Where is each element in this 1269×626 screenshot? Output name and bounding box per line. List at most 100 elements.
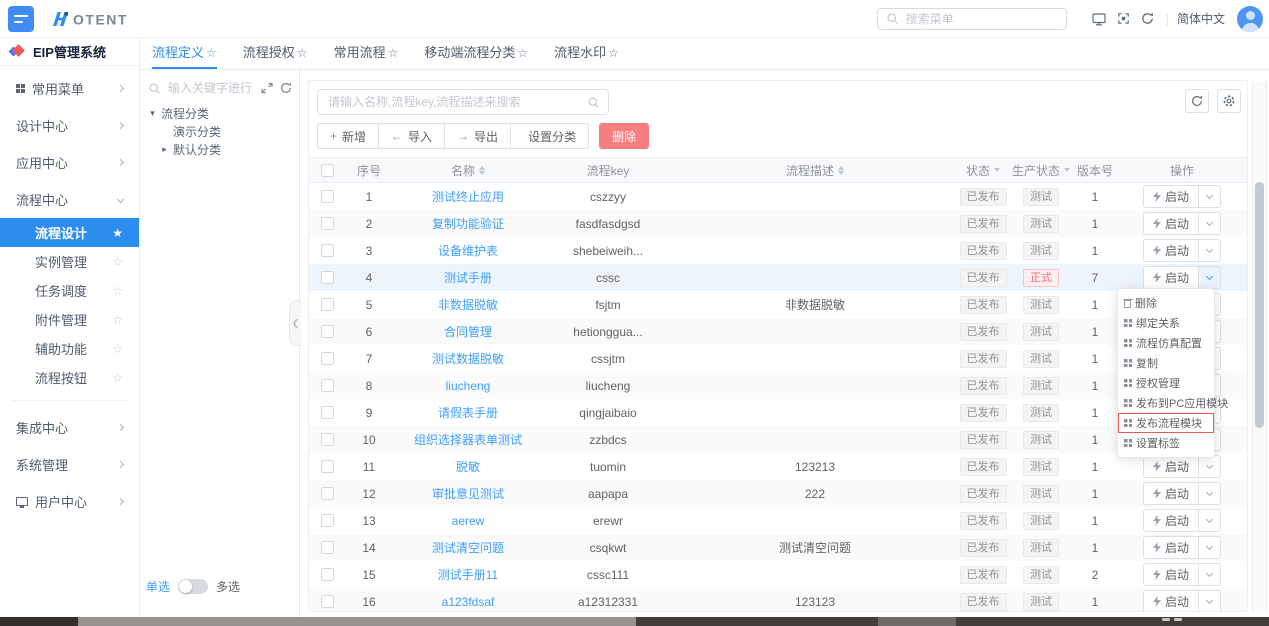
process-name-link[interactable]: 设备维护表 [438,242,498,259]
row-checkbox[interactable] [321,460,334,473]
toolbar-button[interactable]: 删除 [599,123,649,149]
table-row[interactable]: 15 测试手册11 cssc111 已发布 测试 2 启动 [309,561,1247,588]
process-name-link[interactable]: 测试手册 [444,269,492,286]
fullscreen-icon[interactable] [1116,11,1131,26]
scrollbar-thumb[interactable] [1255,182,1264,428]
dropdown-menu-item[interactable]: 流程仿真配置 [1118,333,1214,353]
table-row[interactable]: 13 aerew erewr 已发布 测试 1 启动 [309,507,1247,534]
row-checkbox[interactable] [321,595,334,608]
row-checkbox[interactable] [321,406,334,419]
row-checkbox[interactable] [321,352,334,365]
start-button[interactable]: 启动 [1144,564,1198,585]
table-row[interactable]: 16 a123fdsaf a12312331 123123 已发布 测试 1 启… [309,588,1247,611]
process-name-link[interactable]: a123fdsaf [442,595,495,609]
process-name-link[interactable]: 合同管理 [444,323,492,340]
table-row[interactable]: 6 合同管理 hetionggua... 已发布 测试 1 启动 [309,318,1247,345]
sidebar-item[interactable]: 常用菜单 [0,70,139,107]
toolbar-button[interactable]: ← 导入 [378,123,445,149]
refresh-icon[interactable] [1140,11,1155,26]
favorite-star-icon[interactable]: ☆ [112,313,123,327]
tab-star-icon[interactable]: ☆ [206,46,217,60]
start-button[interactable]: 启动 [1144,591,1198,611]
table-row[interactable]: 14 测试清空问题 csqkwt 测试清空问题 已发布 测试 1 启动 [309,534,1247,561]
row-checkbox[interactable] [321,568,334,581]
dropdown-menu-item[interactable]: 设置标签 [1118,433,1214,453]
table-row[interactable]: 3 设备维护表 shebeiweih... 已发布 测试 1 启动 [309,237,1247,264]
menu-search-input[interactable] [904,11,1058,27]
table-row[interactable]: 9 请假表手册 qingjaibaio 已发布 测试 1 启动 [309,399,1247,426]
table-row[interactable]: 10 组织选择器表单测试 zzbdcs 已发布 测试 1 启动 [309,426,1247,453]
process-name-link[interactable]: 审批意见测试 [432,485,504,502]
table-row[interactable]: 7 测试数据脱敏 cssjtm 已发布 测试 1 启动 [309,345,1247,372]
dropdown-menu-item[interactable]: 授权管理 [1118,373,1214,393]
table-row[interactable]: 8 liucheng liucheng 已发布 测试 1 启动 [309,372,1247,399]
favorite-star-icon[interactable]: ☆ [112,371,123,385]
favorite-star-icon[interactable]: ☆ [112,342,123,356]
toolbar-button[interactable]: → 导出 [444,123,511,149]
filter-caret-icon[interactable] [994,168,1000,172]
row-more-actions-button[interactable] [1198,537,1220,558]
process-name-link[interactable]: 复制功能验证 [432,215,504,232]
tab[interactable]: 常用流程☆ [334,38,399,69]
row-checkbox[interactable] [321,541,334,554]
sidebar-subitem[interactable]: 流程按钮 ☆ [0,363,139,392]
tree-expand-caret[interactable]: ▸ [160,144,169,155]
row-checkbox[interactable] [321,514,334,527]
sort-icon[interactable] [479,166,485,175]
dropdown-menu-item[interactable]: 发布到PC应用模块 [1118,393,1214,413]
sidebar-subitem[interactable]: 任务调度 ☆ [0,276,139,305]
process-name-link[interactable]: 测试清空问题 [432,539,504,556]
toolbar-button[interactable]: + 新增 [317,123,379,149]
table-row[interactable]: 1 测试终止应用 cszzyy 已发布 测试 1 启动 [309,183,1247,210]
sidebar-item[interactable]: 流程中心 [0,181,139,218]
favorite-star-icon[interactable]: ☆ [112,255,123,269]
process-name-link[interactable]: 请假表手册 [438,404,498,421]
select-all-checkbox[interactable] [321,164,334,177]
table-settings-button[interactable] [1217,89,1241,113]
start-button[interactable]: 启动 [1144,186,1198,207]
process-search-input[interactable] [326,94,582,110]
row-checkbox[interactable] [321,244,334,257]
dropdown-menu-item[interactable]: 发布流程模块 [1118,413,1214,433]
row-more-actions-button[interactable] [1198,267,1220,288]
tree-filter-input[interactable] [166,80,255,96]
start-button[interactable]: 启动 [1144,537,1198,558]
row-more-actions-button[interactable] [1198,240,1220,261]
start-button[interactable]: 启动 [1144,456,1198,477]
horizontal-scrollbar[interactable] [0,617,1269,626]
row-more-actions-button[interactable] [1198,510,1220,531]
row-checkbox[interactable] [321,433,334,446]
filter-caret-icon[interactable] [1064,168,1070,172]
select-mode-switch[interactable] [178,579,208,594]
tree-refresh-icon[interactable] [279,81,293,95]
tree-node-root[interactable]: ▾ 流程分类 [148,104,293,122]
sidebar-subitem[interactable]: 辅助功能 ☆ [0,334,139,363]
row-more-actions-button[interactable] [1198,564,1220,585]
sidebar-subitem[interactable]: 流程设计 ★ [0,218,139,247]
tree-node[interactable]: 演示分类 [160,122,293,140]
row-checkbox[interactable] [321,217,334,230]
process-name-link[interactable]: 测试数据脱敏 [432,350,504,367]
dropdown-menu-item[interactable]: 删除 [1118,293,1214,313]
sidebar-item[interactable]: 设计中心 [0,107,139,144]
process-name-link[interactable]: 组织选择器表单测试 [414,431,522,448]
search-icon[interactable] [587,96,600,109]
panel-collapse-handle[interactable]: ❮ [289,300,301,346]
menu-search-box[interactable] [877,8,1067,30]
row-checkbox[interactable] [321,298,334,311]
process-name-link[interactable]: 脱敏 [456,458,480,475]
sidebar-item[interactable]: 应用中心 [0,144,139,181]
single-select-label[interactable]: 单选 [146,578,170,595]
monitor-icon[interactable] [1091,11,1107,27]
tree-node[interactable]: ▸ 默认分类 [160,140,293,158]
favorite-star-icon[interactable]: ☆ [112,284,123,298]
multi-select-label[interactable]: 多选 [216,578,240,595]
tab[interactable]: 移动端流程分类☆ [424,38,528,69]
sidebar-subitem[interactable]: 附件管理 ☆ [0,305,139,334]
process-name-link[interactable]: 测试手册11 [438,566,498,583]
toolbar-button[interactable]: 设置分类 [510,123,589,149]
row-more-actions-button[interactable] [1198,591,1220,611]
sidebar-subitem[interactable]: 实例管理 ☆ [0,247,139,276]
process-name-link[interactable]: aerew [452,514,485,528]
tab-star-icon[interactable]: ☆ [297,46,308,60]
